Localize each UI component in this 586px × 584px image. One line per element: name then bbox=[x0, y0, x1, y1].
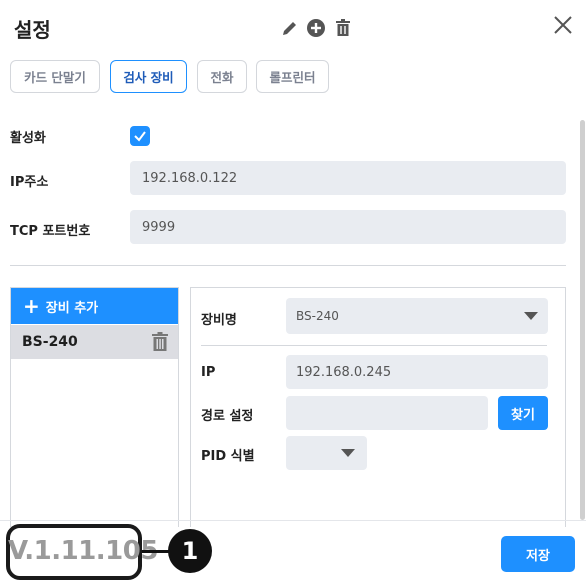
pencil-icon[interactable] bbox=[280, 18, 300, 38]
device-name: BS-240 bbox=[22, 334, 78, 350]
add-device-button[interactable]: + 장비 추가 bbox=[11, 288, 178, 324]
scrollbar[interactable] bbox=[580, 120, 585, 520]
annotation-connector bbox=[142, 550, 169, 553]
ip-address-field[interactable]: 192.168.0.122 bbox=[130, 161, 566, 195]
trash-icon[interactable] bbox=[333, 18, 353, 38]
footer-divider bbox=[0, 520, 586, 521]
tab-roll-printer[interactable]: 롤프린터 bbox=[256, 60, 329, 93]
dialog-title: 설정 bbox=[14, 18, 51, 42]
pid-label: PID 식별 bbox=[201, 449, 255, 464]
enabled-label: 활성화 bbox=[10, 131, 46, 146]
device-name-label: 장비명 bbox=[201, 313, 237, 328]
dialog-header: 설정 bbox=[0, 0, 586, 52]
pid-select[interactable] bbox=[286, 436, 367, 470]
chevron-down-icon bbox=[524, 312, 538, 320]
enabled-checkbox[interactable] bbox=[130, 126, 150, 146]
tab-card-terminal[interactable]: 카드 단말기 bbox=[10, 60, 100, 93]
tab-inspection-equipment[interactable]: 검사 장비 bbox=[110, 60, 187, 93]
path-setting-field[interactable] bbox=[286, 396, 488, 430]
delete-device-icon[interactable] bbox=[151, 332, 169, 352]
device-list-item[interactable]: BS-240 bbox=[11, 325, 178, 359]
add-device-label: 장비 추가 bbox=[45, 300, 99, 316]
plus-circle-icon[interactable] bbox=[306, 18, 326, 38]
find-button[interactable]: 찾기 bbox=[498, 396, 548, 430]
save-button[interactable]: 저장 bbox=[501, 536, 575, 572]
tcp-port-label: TCP 포트번호 bbox=[10, 224, 91, 239]
device-ip-field[interactable]: 192.168.0.245 bbox=[286, 355, 548, 389]
annotation-badge: 1 bbox=[168, 529, 212, 573]
device-list-panel: + 장비 추가 BS-240 bbox=[10, 287, 179, 527]
device-name-select[interactable]: BS-240 bbox=[286, 298, 548, 334]
detail-divider bbox=[201, 345, 547, 346]
check-icon bbox=[134, 131, 146, 142]
chevron-down-icon bbox=[341, 449, 355, 457]
plus-icon: + bbox=[23, 294, 40, 318]
tcp-port-field[interactable]: 9999 bbox=[130, 210, 566, 244]
device-ip-label: IP bbox=[201, 365, 216, 380]
device-detail-panel: 장비명 BS-240 IP 192.168.0.245 경로 설정 찾기 PID… bbox=[190, 287, 566, 527]
close-icon[interactable] bbox=[550, 12, 576, 38]
version-label: V.1.11.105 bbox=[8, 536, 158, 566]
tab-phone[interactable]: 전화 bbox=[197, 60, 247, 93]
section-divider bbox=[10, 265, 566, 266]
device-name-value: BS-240 bbox=[296, 309, 339, 323]
path-setting-label: 경로 설정 bbox=[201, 409, 254, 424]
ip-address-label: IP주소 bbox=[10, 175, 49, 190]
